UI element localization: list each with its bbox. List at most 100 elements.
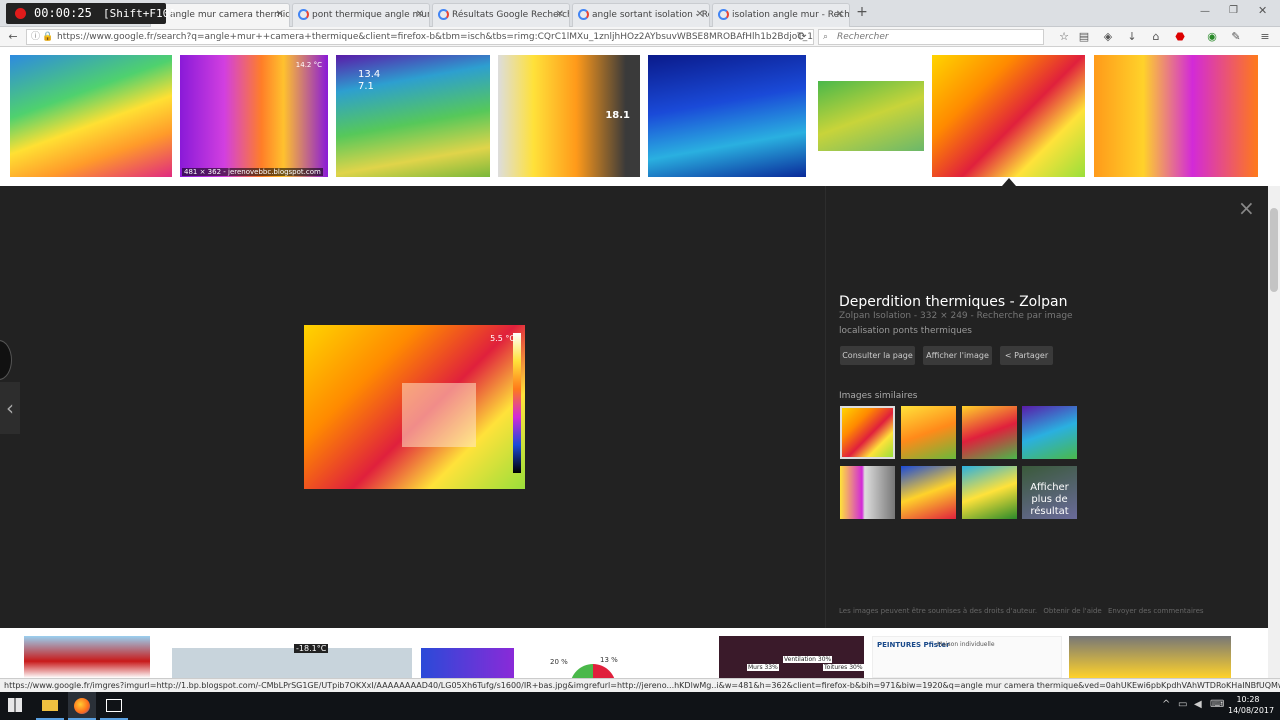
clock-time: 10:28 [1236,695,1260,704]
cursor-overlay [0,340,12,380]
result-thumbnail[interactable]: PEINTURES Pfister Maison individuelle [872,636,1062,678]
pie-thumbnail[interactable] [570,664,616,678]
more-results-button[interactable]: Afficher plus de résultat [1022,466,1077,519]
nav-bar: ← ⓘ 🔒 https://www.google.fr/search?q=ang… [0,27,1280,47]
temperature-readout: 18.1 [605,110,630,121]
tab-label: isolation angle mur - Reche [732,10,850,20]
close-window-button[interactable]: ✕ [1258,4,1267,17]
download-icon[interactable]: ↓ [1124,29,1140,45]
google-icon [298,9,309,20]
close-tab-icon[interactable]: ✕ [416,4,424,26]
taskbar-clock[interactable]: 10:28 14/08/2017 [1228,694,1274,716]
chart-pct: 20 % [550,658,568,666]
taskbar-firefox[interactable] [68,692,96,720]
similar-image[interactable] [840,466,895,519]
visit-page-button[interactable]: Consulter la page [840,346,915,365]
result-thumbnail[interactable] [648,55,806,177]
google-icon [578,9,589,20]
url-text: https://www.google.fr/search?q=angle+mur… [57,32,814,42]
lock-icon: 🔒 [42,32,54,42]
url-bar[interactable]: ⓘ 🔒 https://www.google.fr/search?q=angle… [26,29,814,45]
result-thumbnail[interactable] [818,81,924,151]
image-source: Zolpan Isolation - 332 × 249 - Recherche… [839,311,1073,321]
folder-icon [42,700,58,711]
adblock-icon[interactable]: ⬣ [1172,29,1188,45]
share-icon: < [1004,351,1012,360]
preview-image[interactable]: 5.5 °C [304,325,525,489]
image-title[interactable]: Deperdition thermiques - Zolpan [839,294,1067,310]
tray-chevron-icon[interactable]: ^ [1162,699,1170,710]
share-button[interactable]: < Partager [1000,346,1053,365]
result-thumbnail-selected[interactable] [932,55,1085,177]
result-thumbnail[interactable] [421,648,514,678]
home-icon[interactable]: ⌂ [1148,29,1164,45]
tab-pont-thermique[interactable]: pont thermique angle mur ✕ [292,3,430,27]
image-results-strip-lower: -18.1°C 20 % 13 % Murs 33% Ventilation 3… [0,628,1268,678]
google-icon [718,9,729,20]
result-thumbnail[interactable] [1094,55,1258,177]
result-thumbnail[interactable] [10,55,172,177]
close-tab-icon[interactable]: ✕ [696,4,704,26]
tab-angle-sortant[interactable]: angle sortant isolation - Rec ✕ [572,3,710,27]
diagram-label: Toitures 30% [823,664,864,671]
extension-icon[interactable]: ◉ [1204,29,1220,45]
result-thumbnail[interactable]: 14.2 °C 481 × 362 - jerenovebbc.blogspot… [180,55,328,177]
start-windows-icon[interactable] [8,698,22,712]
extension-2-icon[interactable]: ✎ [1228,29,1244,45]
close-tab-icon[interactable]: ✕ [836,4,844,26]
chart-pct: 13 % [600,656,618,664]
volume-icon[interactable]: ◀ [1194,699,1202,710]
scrollbar-thumb[interactable] [1270,208,1278,292]
reload-icon[interactable]: ⟳ [794,29,810,45]
temperature-scale [513,333,521,473]
pocket-icon[interactable]: ◈ [1100,29,1116,45]
result-thumbnail[interactable]: 13.4 7.1 [336,55,490,177]
restore-button[interactable]: ❐ [1229,5,1238,16]
temperature-readout: 14.2 °C [295,61,322,69]
taskbar-explorer[interactable] [36,692,64,720]
share-label: Partager [1014,351,1049,360]
similar-image[interactable] [1022,406,1077,459]
result-thumbnail[interactable] [24,636,150,678]
close-tab-icon[interactable]: ✕ [556,4,564,26]
thermal-bridge-highlight [402,383,476,447]
similar-image[interactable] [840,406,895,459]
viewer-footer: Les images peuvent être soumises à des d… [839,607,1204,615]
recorder-overlay: 00:00:25 [Shift+F10] [6,3,176,24]
search-input[interactable]: ⌕ Rechercher [818,29,1044,45]
result-thumbnail[interactable]: 18.1 [498,55,640,177]
tab-resultats-google[interactable]: Résultats Google Recherche ✕ [432,3,570,27]
windows-taskbar: ^ ▭ ◀ ⌨ 10:28 14/08/2017 [0,692,1280,720]
keyboard-icon[interactable]: ⌨ [1210,699,1224,710]
view-image-button[interactable]: Afficher l'image [923,346,992,365]
result-thumbnail[interactable]: Murs 33% Ventilation 30% Toitures 30% [719,636,864,678]
temperature-label: 5.5 °C [490,334,515,343]
similar-image[interactable] [901,466,956,519]
result-thumbnail[interactable] [1069,636,1231,678]
back-arrow-icon[interactable]: ← [5,29,21,45]
close-viewer-button[interactable]: × [1238,196,1255,220]
page-scrollbar[interactable] [1268,186,1280,678]
temperature-readout: 7.1 [358,81,374,92]
close-tab-icon[interactable]: ✕ [276,4,284,26]
tab-isolation-angle-mur[interactable]: isolation angle mur - Reche ✕ [712,3,850,27]
minimize-button[interactable]: — [1200,6,1210,17]
bookmark-star-icon[interactable]: ☆ [1056,29,1072,45]
new-tab-button[interactable]: + [854,4,870,22]
previous-image-arrow[interactable]: ‹ [0,382,20,434]
similar-image[interactable] [962,406,1017,459]
help-link[interactable]: Obtenir de l'aide [1043,607,1101,615]
network-icon[interactable]: ▭ [1178,699,1187,710]
rights-notice: Les images peuvent être soumises à des d… [839,607,1038,615]
menu-icon[interactable]: ≡ [1257,29,1273,45]
tab-bar: angle mur camera thermiq ✕ pont thermiqu… [0,0,1280,27]
taskbar-photos[interactable] [100,692,128,720]
info-icon[interactable]: ⓘ [31,30,40,44]
similar-image[interactable] [962,466,1017,519]
feedback-link[interactable]: Envoyer des commentaires [1108,607,1204,615]
temperature-readout: 13.4 [358,69,381,80]
clipboard-icon[interactable]: ▤ [1076,29,1092,45]
diagram-label: Ventilation 30% [783,656,833,663]
result-thumbnail[interactable]: -18.1°C [172,644,412,678]
similar-image[interactable] [901,406,956,459]
